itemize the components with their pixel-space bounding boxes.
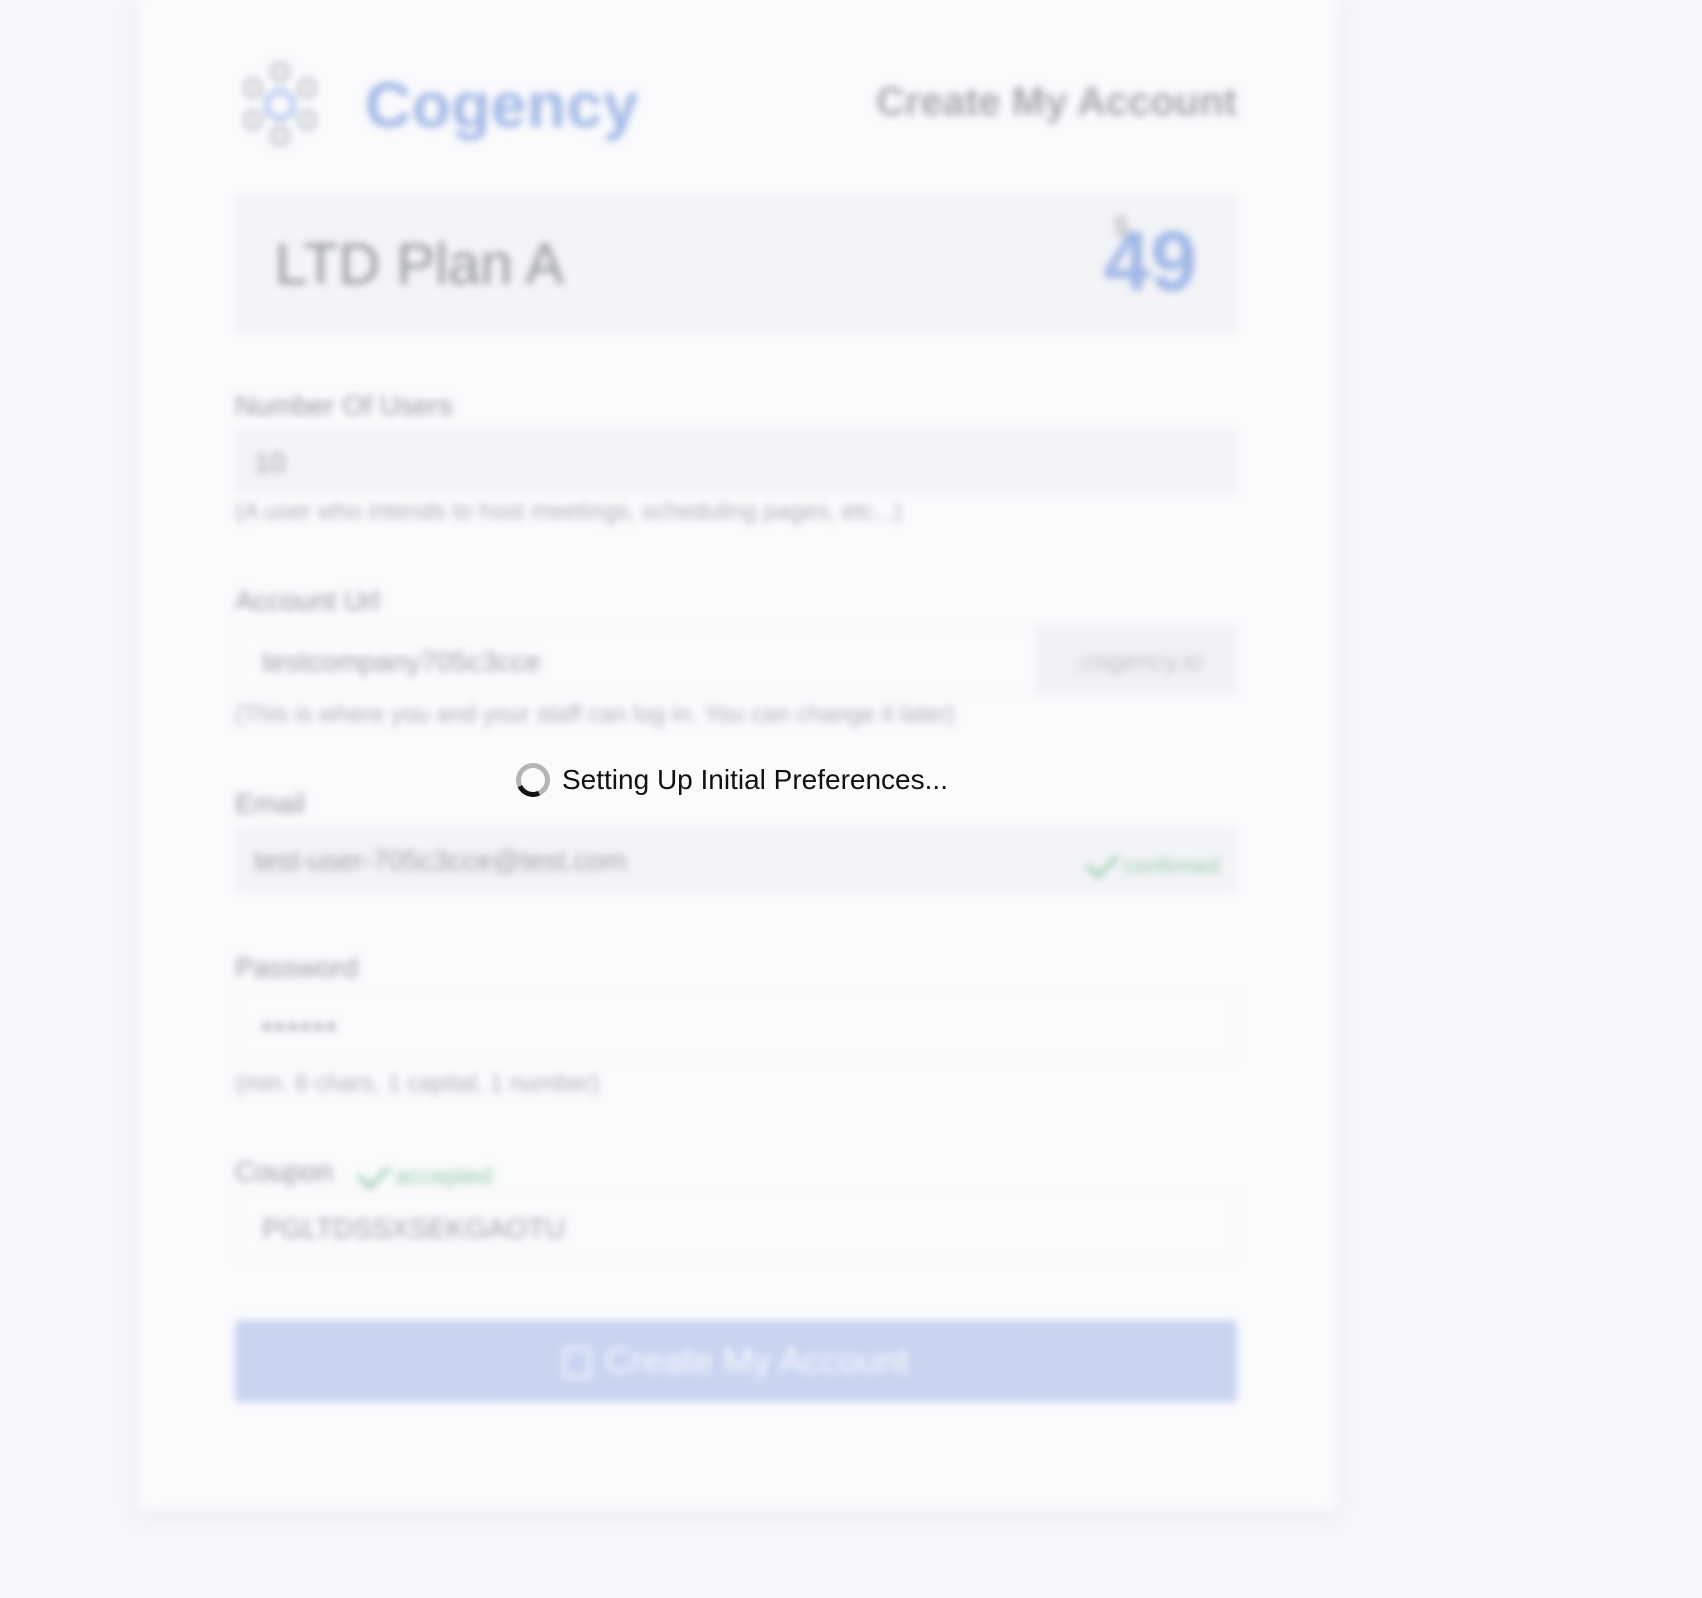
- spinner-icon: [511, 758, 555, 802]
- loading-overlay: Setting Up Initial Preferences...: [0, 0, 1702, 1598]
- page: Cogency Create My Account LTD Plan A $ 4…: [0, 0, 1702, 1598]
- loading-text: Setting Up Initial Preferences...: [562, 764, 948, 795]
- loading-indicator: Setting Up Initial Preferences...: [511, 758, 948, 802]
